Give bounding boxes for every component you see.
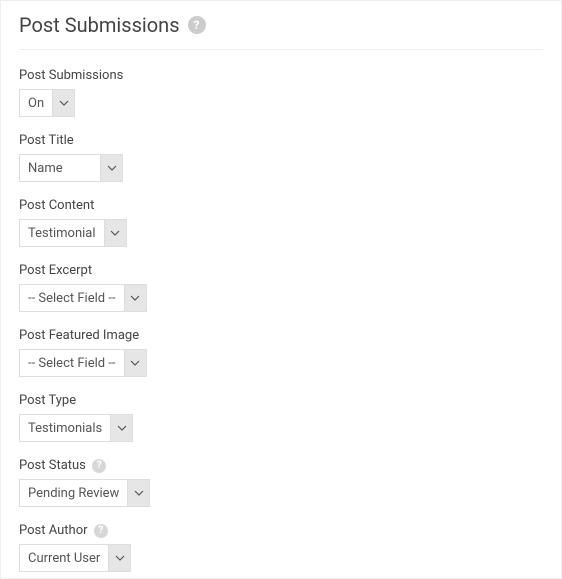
label-post-type: Post Type xyxy=(19,393,543,408)
chevron-down-icon xyxy=(108,545,130,571)
chevron-down-icon xyxy=(124,285,146,311)
select-post-title[interactable]: Name xyxy=(19,154,123,182)
select-post-type[interactable]: Testimonials xyxy=(19,414,133,442)
field-post-title: Post Title Name xyxy=(19,133,543,182)
select-post-author[interactable]: Current User xyxy=(19,544,131,572)
field-post-content: Post Content Testimonial xyxy=(19,198,543,247)
panel-header: Post Submissions ? xyxy=(19,13,543,50)
select-post-status[interactable]: Pending Review xyxy=(19,479,150,507)
label-post-author: Post Author ? xyxy=(19,523,543,538)
chevron-down-icon xyxy=(100,155,122,181)
chevron-down-icon xyxy=(52,90,74,116)
label-post-featured-image: Post Featured Image xyxy=(19,328,543,343)
select-value: Testimonial xyxy=(20,220,104,246)
select-value: Pending Review xyxy=(20,480,127,506)
label-post-excerpt: Post Excerpt xyxy=(19,263,543,278)
label-post-status: Post Status ? xyxy=(19,458,543,473)
select-post-excerpt[interactable]: -- Select Field -- xyxy=(19,284,147,312)
field-post-excerpt: Post Excerpt -- Select Field -- xyxy=(19,263,543,312)
label-post-submissions: Post Submissions xyxy=(19,68,543,83)
field-post-type: Post Type Testimonials xyxy=(19,393,543,442)
field-post-status: Post Status ? Pending Review xyxy=(19,458,543,507)
select-value: -- Select Field -- xyxy=(20,285,124,311)
label-post-title: Post Title xyxy=(19,133,543,148)
select-value: -- Select Field -- xyxy=(20,350,124,376)
field-post-author: Post Author ? Current User xyxy=(19,523,543,572)
label-post-content: Post Content xyxy=(19,198,543,213)
select-value: Testimonials xyxy=(20,415,110,441)
label-text: Post Status xyxy=(19,458,86,473)
select-value: Name xyxy=(20,155,100,181)
chevron-down-icon xyxy=(104,220,126,246)
select-value: On xyxy=(20,90,52,116)
chevron-down-icon xyxy=(110,415,132,441)
select-value: Current User xyxy=(20,545,108,571)
chevron-down-icon xyxy=(127,480,149,506)
panel-title: Post Submissions xyxy=(19,13,180,37)
select-post-submissions[interactable]: On xyxy=(19,89,75,117)
help-icon[interactable]: ? xyxy=(188,16,206,34)
help-icon[interactable]: ? xyxy=(92,459,106,473)
field-post-submissions: Post Submissions On xyxy=(19,68,543,117)
post-submissions-panel: Post Submissions ? Post Submissions On P… xyxy=(0,0,562,579)
label-text: Post Author xyxy=(19,523,88,538)
help-icon[interactable]: ? xyxy=(94,524,108,538)
select-post-featured-image[interactable]: -- Select Field -- xyxy=(19,349,147,377)
field-post-featured-image: Post Featured Image -- Select Field -- xyxy=(19,328,543,377)
chevron-down-icon xyxy=(124,350,146,376)
select-post-content[interactable]: Testimonial xyxy=(19,219,127,247)
